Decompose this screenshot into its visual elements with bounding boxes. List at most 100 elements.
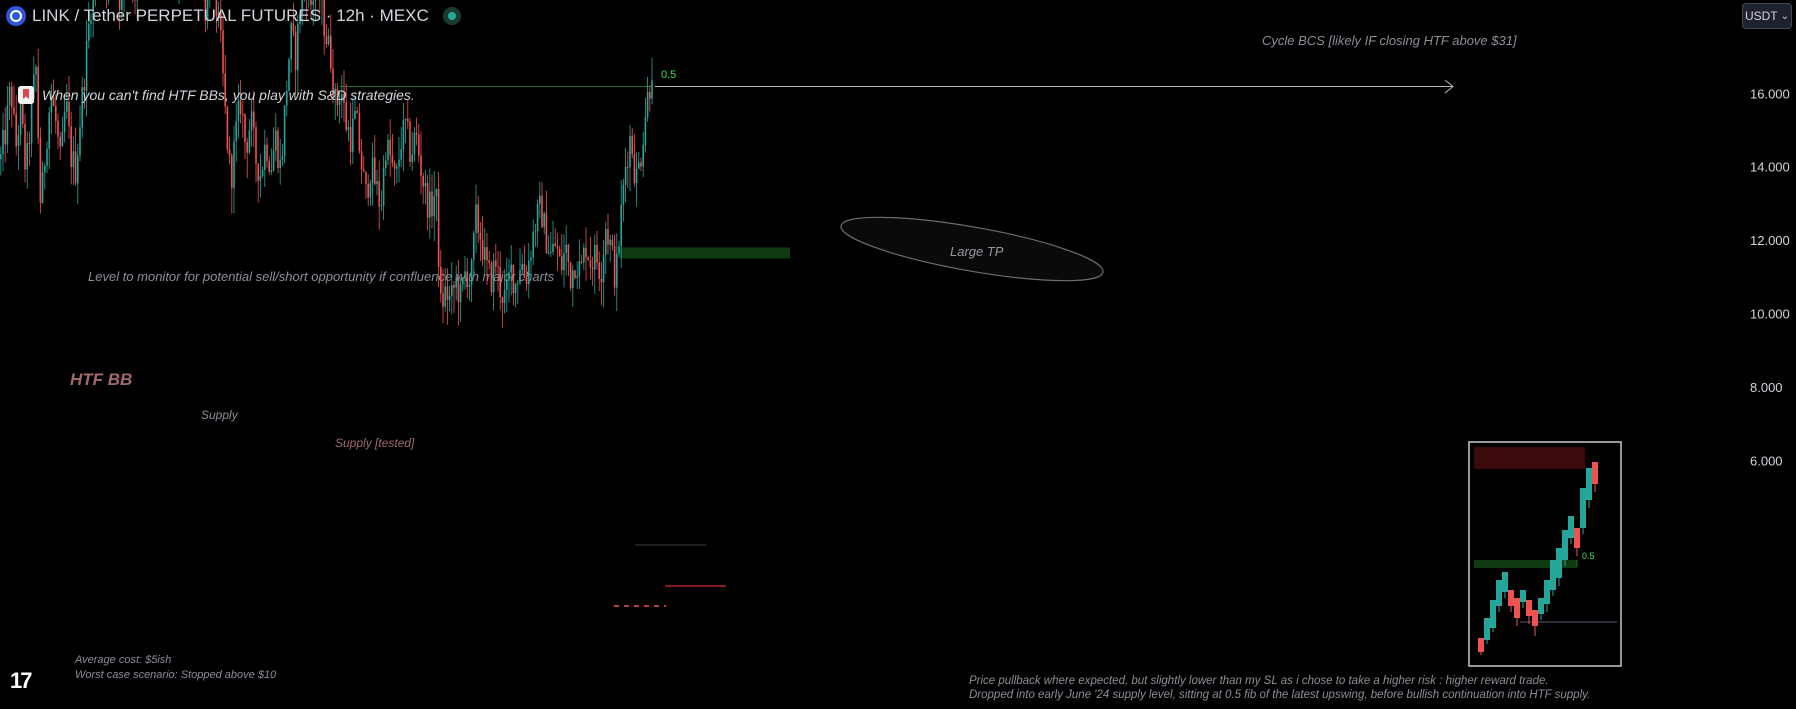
candle-body[interactable] [635,168,638,184]
candle-body[interactable] [422,175,424,187]
candle-body[interactable] [290,23,292,60]
candle-body[interactable] [613,246,616,288]
candle-body[interactable] [618,246,620,254]
candle-body[interactable] [330,35,332,69]
candle-body[interactable] [48,112,50,149]
candle-body[interactable] [444,286,446,307]
candle-body[interactable] [594,244,596,270]
candle-body[interactable] [567,244,570,263]
candle-body[interactable] [624,166,627,185]
candle-body[interactable] [85,40,88,91]
candle-body[interactable] [580,261,583,263]
candle-body[interactable] [246,141,248,153]
candle-body[interactable] [481,239,484,260]
candle-body[interactable] [400,149,402,160]
candle-body[interactable] [429,191,431,218]
candle-body[interactable] [565,244,567,254]
candle-body[interactable] [261,169,264,176]
candle-body[interactable] [6,105,9,145]
candle-body[interactable] [281,156,284,160]
candle-body[interactable] [605,229,607,255]
candle-body[interactable] [547,252,550,254]
candle-body[interactable] [15,113,17,147]
candle-body[interactable] [435,188,438,197]
candle-body[interactable] [363,169,365,172]
candle-body[interactable] [402,120,405,150]
candle-body[interactable] [572,270,574,289]
candle-body[interactable] [376,181,378,185]
candle-body[interactable] [638,162,640,169]
candle-body[interactable] [651,80,653,99]
candle-body[interactable] [451,285,453,296]
candle-body[interactable] [41,172,44,203]
candle-body[interactable] [380,205,383,207]
candle-body[interactable] [576,276,578,278]
candle-body[interactable] [297,23,299,71]
candle-body[interactable] [514,283,517,294]
candle-body[interactable] [426,182,429,218]
inset-candle[interactable] [1490,600,1496,628]
candle-body[interactable] [569,262,572,289]
candle-body[interactable] [523,263,526,278]
candle-body[interactable] [541,195,543,228]
candle-body[interactable] [371,157,374,184]
candle-body[interactable] [277,130,279,168]
candle-body[interactable] [352,118,354,153]
candle-body[interactable] [411,154,413,163]
candle-body[interactable] [250,111,253,131]
candle-body[interactable] [596,244,598,263]
candle-body[interactable] [585,247,587,258]
candle-body[interactable] [440,266,442,294]
candle-body[interactable] [418,134,420,156]
candle-body[interactable] [367,183,369,198]
candle-body[interactable] [587,257,589,261]
candle-body[interactable] [17,134,20,147]
candle-body[interactable] [598,262,600,279]
candle-body[interactable] [349,126,352,153]
candle-body[interactable] [35,66,37,75]
candle-body[interactable] [413,132,416,155]
candle-body[interactable] [231,155,233,189]
candle-body[interactable] [644,117,647,146]
candle-body[interactable] [77,155,79,184]
candle-body[interactable] [517,282,519,284]
candle-body[interactable] [486,247,488,261]
candle-body[interactable] [473,232,475,260]
candle-body[interactable] [389,139,391,156]
inset-candle[interactable] [1520,590,1526,602]
candle-body[interactable] [44,166,46,173]
candle-body[interactable] [264,144,266,170]
chart-note[interactable]: When you can't find HTF BBs, you play wi… [18,86,415,104]
inset-candle[interactable] [1544,580,1550,604]
candle-body[interactable] [453,285,455,288]
inset-candle[interactable] [1592,462,1598,484]
candle-body[interactable] [68,101,70,127]
candle-body[interactable] [629,135,631,168]
candle-body[interactable] [530,257,532,261]
candle-body[interactable] [506,279,508,290]
candle-body[interactable] [57,120,59,137]
candle-body[interactable] [578,261,581,277]
candle-body[interactable] [525,277,528,285]
candle-body[interactable] [0,154,2,160]
candle-body[interactable] [248,130,251,153]
candle-body[interactable] [609,239,611,245]
candle-body[interactable] [550,252,552,254]
candle-body[interactable] [589,260,592,268]
candle-body[interactable] [244,114,246,142]
candle-body[interactable] [404,118,407,121]
candle-body[interactable] [620,204,622,247]
candle-body[interactable] [554,243,556,247]
inset-candle[interactable] [1484,618,1490,640]
candle-body[interactable] [640,162,642,167]
candle-body[interactable] [314,0,317,1]
candle-body[interactable] [59,136,61,147]
candle-body[interactable] [556,246,559,250]
candle-body[interactable] [279,159,281,168]
candle-body[interactable] [561,255,563,271]
candle-body[interactable] [228,149,231,156]
inset-candle[interactable] [1538,598,1544,614]
inset-candle[interactable] [1478,638,1484,652]
candle-body[interactable] [501,297,504,303]
candle-body[interactable] [424,182,427,187]
